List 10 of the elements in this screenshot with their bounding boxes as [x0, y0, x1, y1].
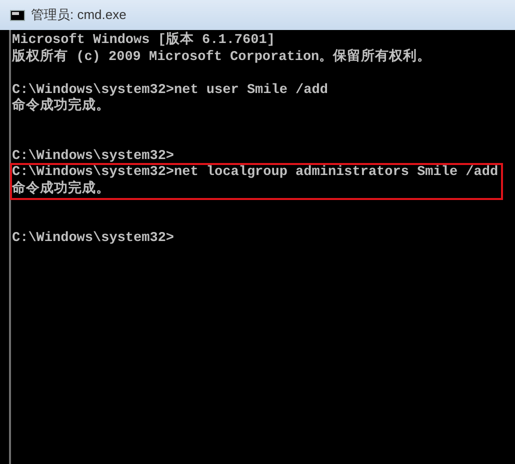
console-line: 命令成功完成。: [12, 182, 110, 198]
console-line: C:\Windows\system32>net user Smile /add: [12, 82, 328, 98]
console-line: 版权所有 (c) 2009 Microsoft Corporation。保留所有权利。: [12, 50, 432, 66]
window-title: 管理员: cmd.exe: [31, 6, 126, 24]
console-icon: [10, 10, 25, 20]
console-line: C:\Windows\system32>: [12, 231, 174, 248]
console-line: C:\Windows\system32>: [12, 148, 174, 165]
console-line: 命令成功完成。: [12, 99, 110, 116]
console-line: C:\Windows\system32>net localgroup administrators Smile /add: [12, 165, 498, 180]
console-line: Microsoft Windows [版本 6.1.7601]: [12, 33, 275, 48]
